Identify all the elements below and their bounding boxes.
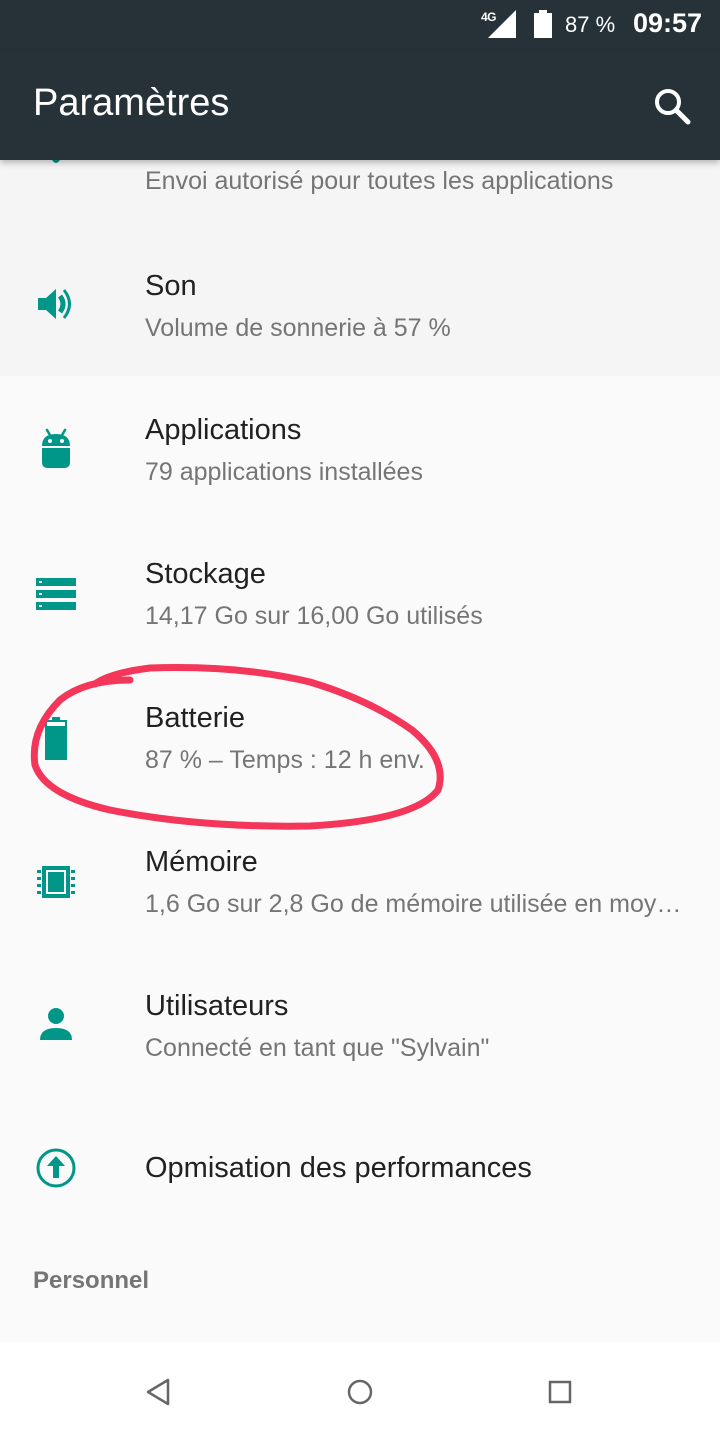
memory-icon: [37, 866, 75, 898]
settings-item-subtitle: 14,17 Go sur 16,00 Go utilisés: [145, 602, 483, 630]
navigation-bar: [0, 1342, 720, 1440]
android-icon: [42, 428, 70, 468]
page-title: Paramètres: [33, 82, 230, 124]
recents-icon[interactable]: [540, 1372, 580, 1412]
settings-item-memory[interactable]: Mémoire 1,6 Go sur 2,8 Go de mémoire uti…: [0, 808, 720, 952]
settings-item-title: Stockage: [145, 558, 266, 590]
settings-item-subtitle: 87 % – Temps : 12 h env.: [145, 746, 425, 774]
settings-item-subtitle: 79 applications installées: [145, 458, 423, 486]
clock: 09:57: [633, 8, 703, 38]
status-bar: 4G 87 % 09:57: [0, 0, 720, 52]
user-icon: [40, 1008, 72, 1040]
back-icon[interactable]: [138, 1372, 178, 1412]
settings-item-performance[interactable]: Opmisation des performances: [0, 1096, 720, 1240]
settings-item-title: Opmisation des performances: [145, 1152, 532, 1184]
home-icon[interactable]: [340, 1372, 380, 1412]
settings-item-storage[interactable]: Stockage 14,17 Go sur 16,00 Go utilisés: [0, 520, 720, 664]
settings-item-title: Applications: [145, 414, 302, 446]
settings-item-subtitle: 1,6 Go sur 2,8 Go de mémoire utilisée en…: [145, 890, 690, 918]
search-icon: [655, 89, 691, 125]
settings-item-battery[interactable]: Batterie 87 % – Temps : 12 h env.: [0, 664, 720, 808]
storage-icon: [36, 578, 76, 610]
settings-item-applications[interactable]: Applications 79 applications installées: [0, 376, 720, 520]
search-button[interactable]: [648, 82, 696, 130]
settings-item-title: Mémoire: [145, 846, 258, 878]
app-bar: Paramètres: [0, 52, 720, 160]
volume-icon: [38, 289, 71, 319]
battery-status-icon: [534, 10, 552, 38]
settings-item-subtitle: Connecté en tant que "Sylvain": [145, 1034, 490, 1062]
settings-item-users[interactable]: Utilisateurs Connecté en tant que "Sylva…: [0, 952, 720, 1096]
settings-item-sound[interactable]: Son Volume de sonnerie à 57 %: [0, 232, 720, 376]
settings-item-title: Son: [145, 270, 197, 302]
section-header-personal: Personnel: [33, 1267, 150, 1294]
settings-item-subtitle: Volume de sonnerie à 57 %: [145, 314, 451, 342]
settings-item-title: Batterie: [145, 702, 245, 734]
settings-screen: 4G 87 % 09:57 Paramètres Envoi autorisé …: [0, 0, 720, 1440]
battery-icon: [45, 717, 67, 760]
optimize-icon: [36, 1148, 76, 1188]
settings-item-title: Utilisateurs: [145, 990, 289, 1022]
signal-icon: [488, 10, 516, 38]
battery-percent: 87 %: [565, 12, 616, 37]
settings-item-subtitle: Envoi autorisé pour toutes les applicati…: [145, 167, 614, 195]
